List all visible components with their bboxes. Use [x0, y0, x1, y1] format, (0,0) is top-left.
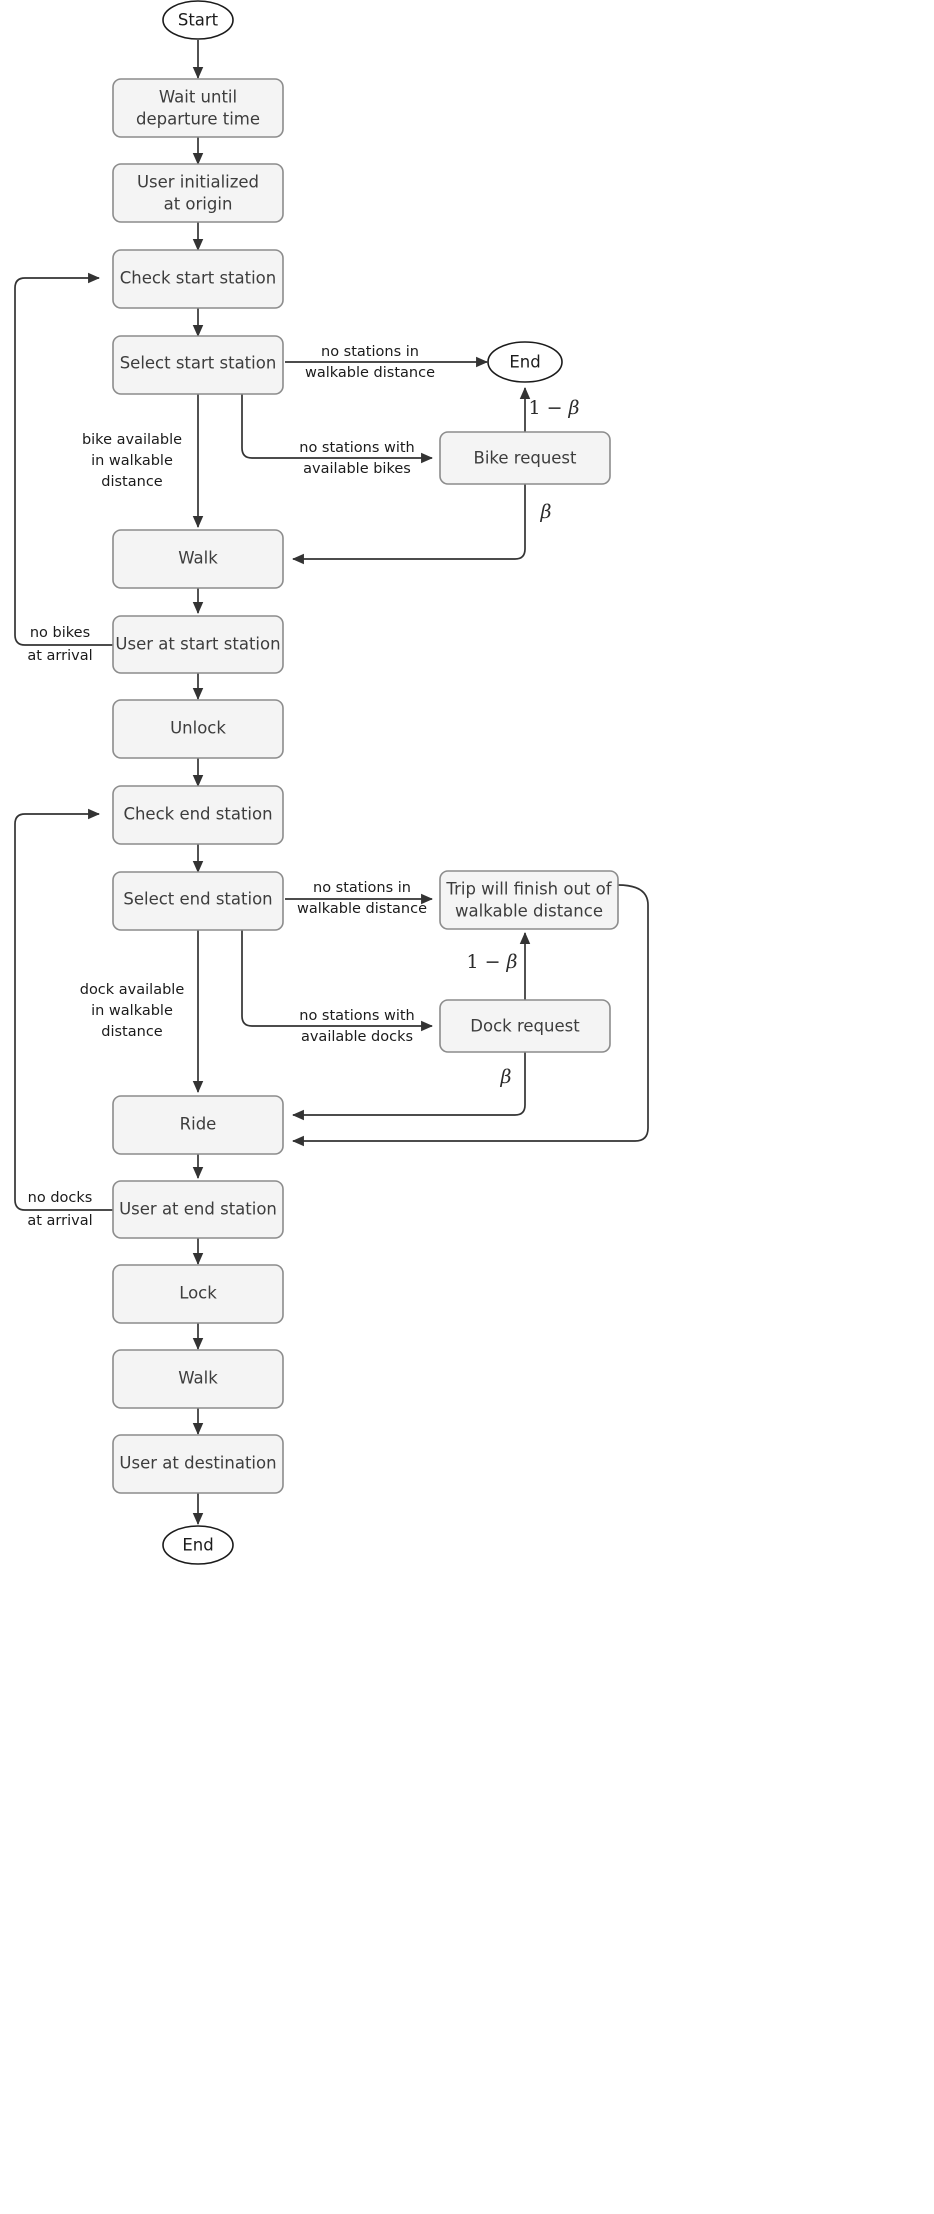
- node-select-end-station-label: Select end station: [123, 890, 272, 909]
- svg-text:1 − β: 1 − β: [528, 397, 579, 419]
- edge-label-line1: no stations with: [299, 1008, 415, 1024]
- node-user-at-destination-label: User at destination: [119, 1454, 276, 1473]
- node-lock-label: Lock: [179, 1284, 217, 1303]
- node-user-at-end-station[interactable]: User at end station: [112, 1180, 284, 1239]
- node-walk-1-label: Walk: [178, 549, 218, 568]
- edge-label-one-minus-beta-bottom: 1 − β: [466, 951, 517, 973]
- edge-label-line1: bike available: [82, 432, 182, 448]
- edge-label-line1: no stations in: [321, 344, 419, 360]
- node-trip-out-label-line1: Trip will finish out of: [445, 880, 612, 899]
- node-start[interactable]: Start: [162, 0, 234, 40]
- node-check-end-station-label: Check end station: [123, 805, 272, 824]
- node-user-initialized-label-line2: at origin: [164, 195, 233, 214]
- node-ride-label: Ride: [180, 1115, 217, 1134]
- node-wait-label-line2: departure time: [136, 110, 260, 129]
- edge-label-line3: distance: [101, 474, 163, 490]
- node-check-end-station[interactable]: Check end station: [112, 785, 284, 845]
- node-check-start-station[interactable]: Check start station: [112, 249, 284, 309]
- node-check-start-station-label: Check start station: [120, 269, 276, 288]
- node-unlock-label: Unlock: [170, 719, 226, 738]
- node-select-start-station-label: Select start station: [120, 354, 277, 373]
- node-trip-out-label-line2: walkable distance: [455, 902, 603, 921]
- flowchart-canvas: Start Wait until departure time User ini…: [0, 0, 934, 2214]
- edge-bike-request-to-walk: [292, 484, 526, 565]
- node-walk-2-label: Walk: [178, 1369, 218, 1388]
- svg-text:1 − β: 1 − β: [466, 951, 517, 973]
- edge-label-line3: distance: [101, 1024, 163, 1040]
- node-walk-1[interactable]: Walk: [112, 529, 284, 589]
- node-end-bottom[interactable]: End: [162, 1525, 234, 1565]
- node-wait-until-departure-time[interactable]: Wait until departure time: [112, 78, 284, 138]
- edge-label-line1: dock available: [80, 982, 185, 998]
- node-trip-will-finish-out-of-walkable-distance[interactable]: Trip will finish out of walkable distanc…: [439, 870, 619, 930]
- flowchart-svg: Start Wait until departure time User ini…: [14, 0, 649, 1565]
- node-end-top-label: End: [509, 353, 540, 372]
- math-prefix: 1 −: [528, 397, 568, 419]
- edge-label-line2: in walkable: [91, 1003, 173, 1019]
- math-beta-symbol: β: [540, 501, 552, 523]
- node-select-start-station[interactable]: Select start station: [112, 335, 284, 395]
- node-user-at-start-station-label: User at start station: [115, 635, 280, 654]
- node-user-at-end-station-label: User at end station: [119, 1200, 277, 1219]
- edge-label-beta-top: β: [540, 501, 552, 523]
- edge-label-line1: no bikes: [30, 625, 90, 641]
- node-lock[interactable]: Lock: [112, 1264, 284, 1324]
- edge-label-line1: no stations in: [313, 880, 411, 896]
- edge-label-line2: available bikes: [303, 461, 411, 477]
- math-beta-symbol: β: [568, 397, 580, 419]
- edge-label-one-minus-beta-top: 1 − β: [528, 397, 579, 419]
- math-beta-symbol: β: [500, 1066, 512, 1088]
- edge-label-line2: available docks: [301, 1029, 413, 1045]
- node-wait-label-line1: Wait until: [159, 88, 237, 107]
- node-end-bottom-label: End: [182, 1536, 213, 1555]
- node-user-initialized-label-line1: User initialized: [137, 173, 259, 192]
- edge-label-dock-available-in-walkable-distance: dock available in walkable distance: [80, 982, 185, 1040]
- node-user-at-start-station[interactable]: User at start station: [112, 615, 284, 674]
- edge-dock-request-to-ride: [292, 1052, 526, 1121]
- edge-label-line2: in walkable: [91, 453, 173, 469]
- edge-label-line1: no docks: [28, 1190, 93, 1206]
- node-user-initialized-at-origin[interactable]: User initialized at origin: [112, 163, 284, 223]
- node-start-label: Start: [178, 11, 219, 30]
- math-beta-symbol: β: [506, 951, 518, 973]
- math-prefix: 1 −: [466, 951, 506, 973]
- node-unlock[interactable]: Unlock: [112, 699, 284, 759]
- node-dock-request[interactable]: Dock request: [439, 999, 611, 1053]
- node-dock-request-label: Dock request: [470, 1017, 580, 1036]
- node-end-top[interactable]: End: [487, 341, 563, 383]
- edge-label-line2: at arrival: [27, 1213, 92, 1229]
- edge-label-beta-bottom: β: [500, 1066, 512, 1088]
- edge-label-line1: no stations with: [299, 440, 415, 456]
- node-walk-2[interactable]: Walk: [112, 1349, 284, 1409]
- node-user-at-destination[interactable]: User at destination: [112, 1434, 284, 1494]
- node-select-end-station[interactable]: Select end station: [112, 871, 284, 931]
- node-bike-request[interactable]: Bike request: [439, 431, 611, 485]
- node-ride[interactable]: Ride: [112, 1095, 284, 1155]
- edge-label-line2: walkable distance: [305, 365, 435, 381]
- node-bike-request-label: Bike request: [474, 449, 578, 468]
- edge-label-line2: walkable distance: [297, 901, 427, 917]
- edge-label-bike-available-in-walkable-distance: bike available in walkable distance: [82, 432, 182, 490]
- edge-label-line2: at arrival: [27, 648, 92, 664]
